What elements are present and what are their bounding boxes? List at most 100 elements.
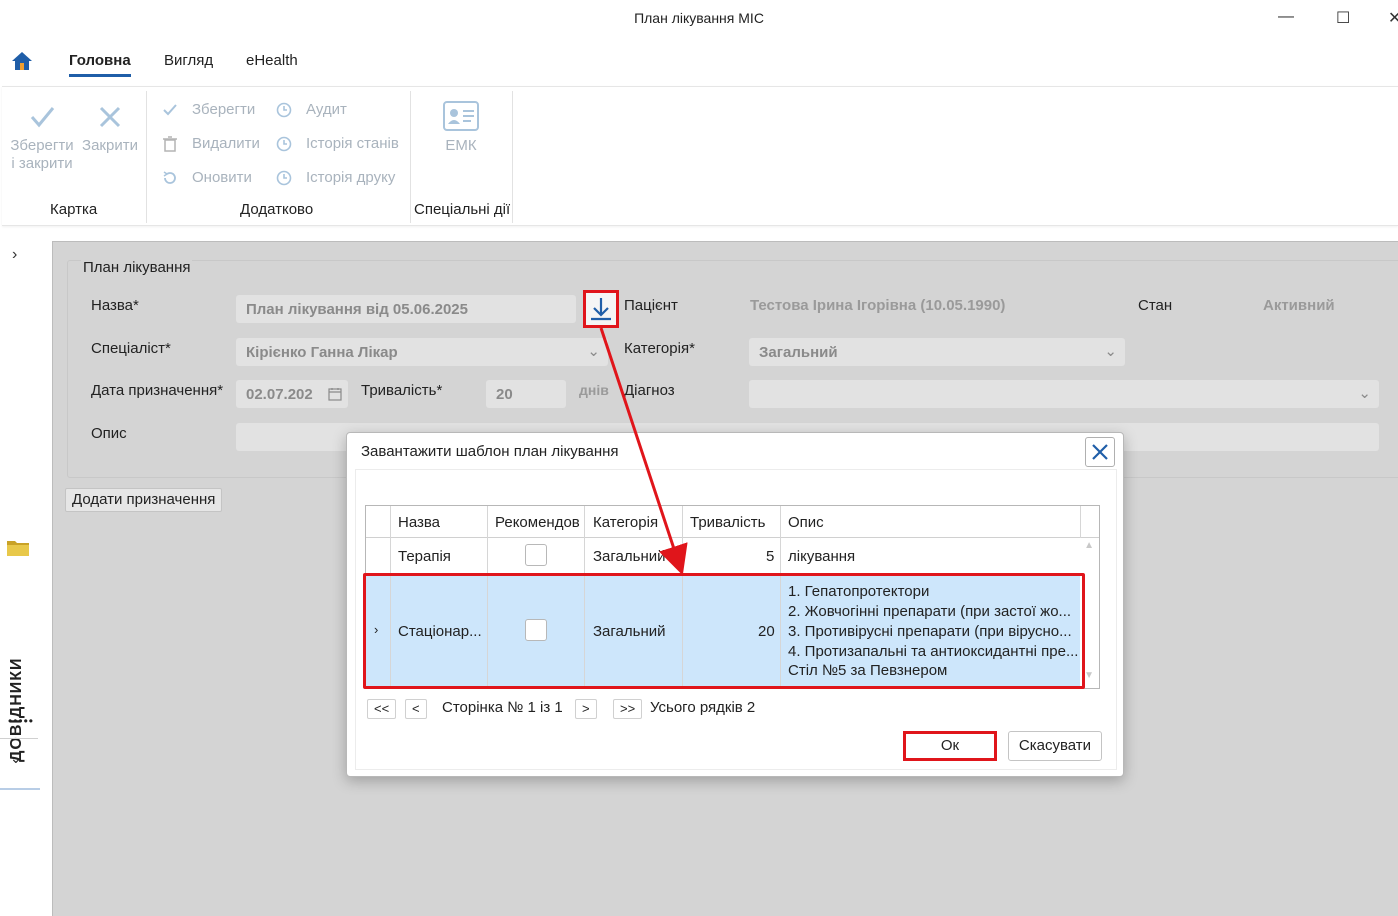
load-template-dialog: Завантажити шаблон план лікування Назва … — [346, 432, 1124, 777]
category-label: Категорія* — [624, 340, 695, 357]
tab-home[interactable]: Головна — [69, 52, 131, 77]
duration-label: Тривалість* — [361, 382, 443, 399]
more-dots-icon[interactable]: ••••• — [8, 714, 34, 728]
specialist-select[interactable]: Кірієнко Ганна Лікар ⌄ — [236, 338, 608, 366]
delete-label: Видалити — [192, 135, 260, 152]
diagnosis-select[interactable]: ⌄ — [749, 380, 1379, 408]
ribbon: Зберегти і закрити Закрити Зберегти Вида… — [2, 86, 1398, 226]
close-button[interactable]: Закрити — [80, 103, 140, 155]
scroll-down-icon[interactable]: ▼ — [1084, 670, 1094, 681]
tab-ehealth[interactable]: eHealth — [246, 52, 298, 69]
name-field[interactable]: План лікування від 05.06.2025 — [236, 295, 576, 323]
close-label: Закрити — [82, 137, 138, 154]
col-header-name[interactable]: Назва — [398, 514, 440, 531]
group-label-card: Картка — [50, 201, 98, 218]
ok-button[interactable]: Ок — [903, 731, 997, 761]
groupbox-title: План лікування — [81, 259, 193, 276]
clock-icon — [276, 136, 292, 152]
save-close-label-2: і закрити — [11, 155, 73, 172]
check-small-icon — [162, 102, 178, 118]
calendar-icon[interactable] — [328, 387, 342, 401]
window-title: План лікування МІС — [634, 10, 764, 26]
maximize-icon[interactable]: ☐ — [1336, 8, 1350, 28]
col-header-description[interactable]: Опис — [788, 514, 824, 531]
clock-icon — [276, 170, 292, 186]
save-button[interactable]: Зберегти — [162, 101, 255, 118]
patient-label: Пацієнт — [624, 297, 678, 314]
id-card-icon — [443, 101, 479, 131]
name-label: Назва* — [91, 297, 139, 314]
sidebar-vertical-label[interactable]: ДОВІДНИКИ — [8, 657, 26, 762]
date-value: 02.07.202 — [246, 386, 313, 403]
folder-icon[interactable] — [6, 536, 30, 558]
group-label-special: Спеціальні дії — [414, 201, 511, 218]
row-description: лікування — [788, 548, 856, 565]
trash-icon — [162, 135, 178, 152]
load-template-button[interactable] — [583, 290, 619, 328]
ribbon-separator — [512, 91, 513, 223]
diagnosis-label: Діагноз — [624, 382, 675, 399]
save-label: Зберегти — [192, 101, 256, 118]
refresh-button[interactable]: Оновити — [162, 169, 252, 186]
duration-unit: днів — [579, 382, 609, 398]
pager-first-button[interactable]: << — [367, 699, 397, 719]
pager-total-text: Усього рядків 2 — [650, 699, 756, 716]
date-field[interactable]: 02.07.202 — [236, 380, 348, 408]
checkmark-icon — [30, 107, 55, 128]
title-bar: План лікування МІС — ☐ ✕ — [0, 0, 1398, 40]
chevron-down-icon[interactable]: ⌄ — [1358, 384, 1371, 402]
emk-button[interactable]: ЕМК — [428, 101, 494, 155]
audit-label: Аудит — [306, 101, 347, 118]
pager-prev-button[interactable]: < — [405, 699, 427, 719]
close-icon — [1092, 444, 1108, 460]
close-window-icon[interactable]: ✕ — [1388, 8, 1398, 28]
state-history-label: Історія станів — [306, 135, 399, 152]
print-history-button[interactable]: Історія друку — [276, 169, 395, 186]
dialog-close-button[interactable] — [1085, 437, 1115, 467]
category-value: Загальний — [759, 344, 838, 361]
refresh-label: Оновити — [192, 169, 252, 186]
state-history-button[interactable]: Історія станів — [276, 135, 399, 152]
minimize-icon[interactable]: — — [1278, 8, 1294, 26]
chevron-right-icon[interactable]: › — [12, 246, 17, 264]
pager-last-button[interactable]: >> — [613, 699, 643, 719]
pager-next-button[interactable]: > — [575, 699, 597, 719]
col-header-recommended[interactable]: Рекомендов — [495, 514, 580, 531]
state-value: Активний — [1263, 297, 1335, 314]
chevron-down-icon[interactable]: ⌄ — [10, 750, 22, 767]
row-category: Загальний — [593, 548, 666, 565]
patient-value: Тестова Ірина Ігорівна (10.05.1990) — [750, 297, 1006, 314]
col-header-category[interactable]: Категорія — [593, 514, 658, 531]
recommended-checkbox[interactable] — [525, 544, 547, 566]
scroll-up-icon[interactable]: ▲ — [1084, 540, 1094, 551]
chevron-down-icon[interactable]: ⌄ — [1104, 342, 1117, 360]
ribbon-tabs: Головна Вигляд eHealth — [0, 44, 1398, 84]
col-header-duration[interactable]: Тривалість — [690, 514, 765, 531]
description-label: Опис — [91, 425, 127, 442]
row-name: Терапія — [398, 548, 451, 565]
save-close-button[interactable]: Зберегти і закрити — [8, 103, 76, 173]
emk-label: ЕМК — [445, 137, 477, 154]
delete-button[interactable]: Видалити — [162, 135, 260, 152]
save-close-label-1: Зберегти — [10, 137, 74, 154]
pager-page-text: Сторінка № 1 із 1 — [442, 699, 563, 716]
category-select[interactable]: Загальний ⌄ — [749, 338, 1125, 366]
specialist-label: Спеціаліст* — [91, 340, 171, 357]
date-label: Дата призначення* — [91, 382, 224, 399]
highlight-selected-row — [363, 573, 1085, 689]
cancel-button[interactable]: Скасувати — [1008, 731, 1102, 761]
specialist-value: Кірієнко Ганна Лікар — [246, 344, 398, 361]
home-icon[interactable] — [10, 50, 34, 72]
clock-icon — [276, 102, 292, 118]
duration-field[interactable]: 20 — [486, 380, 566, 408]
print-history-label: Історія друку — [306, 169, 396, 186]
refresh-icon — [162, 170, 178, 186]
sidebar-divider — [0, 738, 38, 739]
audit-button[interactable]: Аудит — [276, 101, 347, 118]
state-label: Стан — [1138, 297, 1173, 314]
ribbon-separator — [146, 91, 147, 223]
tab-view[interactable]: Вигляд — [164, 52, 213, 69]
ribbon-separator — [410, 91, 411, 223]
chevron-down-icon[interactable]: ⌄ — [587, 342, 600, 360]
add-prescription-button[interactable]: Додати призначення — [65, 488, 223, 512]
